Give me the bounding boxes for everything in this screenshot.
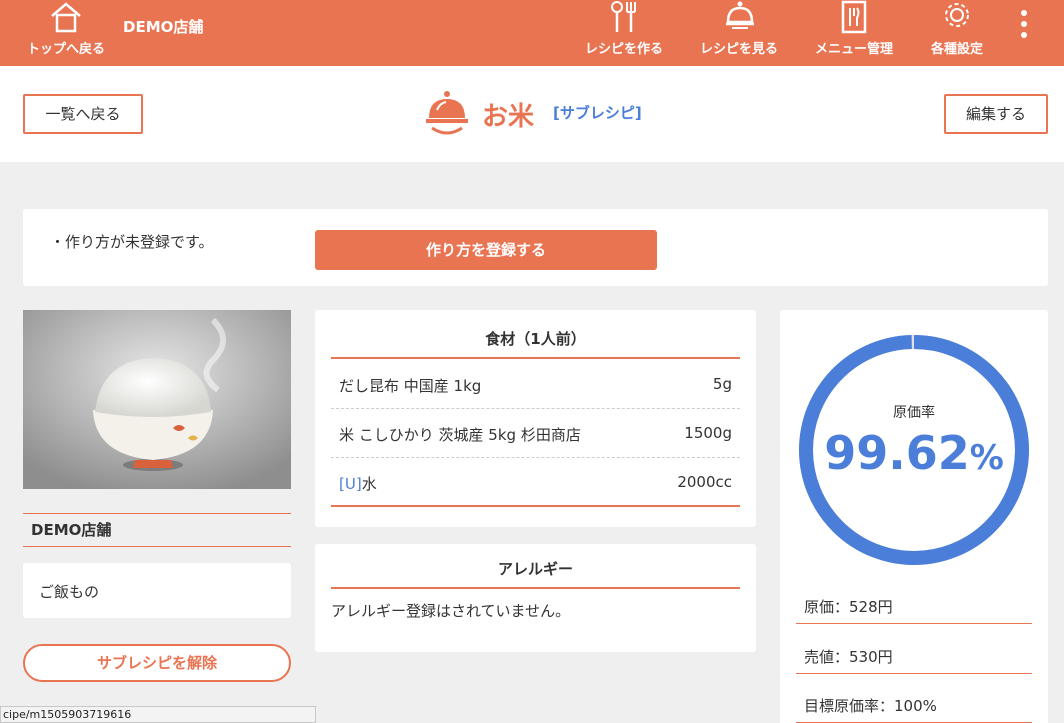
ingredient-qty: 2000cc — [677, 473, 732, 491]
nav-menu-manage[interactable]: メニュー管理 — [808, 0, 900, 66]
ingredient-qty: 1500g — [684, 424, 732, 442]
gear-icon — [945, 3, 969, 27]
allergy-heading: アレルギー — [331, 558, 740, 589]
nav-settings-label: 各種設定 — [930, 42, 983, 57]
edit-button[interactable]: 編集する — [944, 94, 1048, 134]
ingredient-name: だし昆布 中国産 1kg — [339, 377, 482, 395]
allergy-card: アレルギー アレルギー登録はされていません。 — [315, 544, 756, 652]
cloche-icon — [426, 91, 468, 135]
cost-card: 原価率 99.62% 原価：528円 売値：530円 目標原価率：100% — [780, 310, 1048, 723]
cost-ratio-label: 原価率 — [893, 405, 935, 421]
cost-ratio-value: 99.62% — [780, 426, 1048, 480]
home-label: トップへ戻る — [26, 42, 105, 57]
ingredient-row: だし昆布 中国産 1kg 5g — [331, 360, 740, 409]
ingredient-row: [U]水 2000cc — [331, 458, 740, 507]
price-line: 売値：530円 — [796, 640, 1032, 674]
store-name: DEMO店舗 — [123, 18, 204, 36]
nav-create-recipe[interactable]: レシピを作る — [580, 0, 668, 66]
ingredients-card: 食材（1人前） だし昆布 中国産 1kg 5g 米 こしひかり 茨城産 5kg … — [315, 310, 756, 527]
home-icon — [51, 2, 81, 33]
ingredient-row: 米 こしひかり 茨城産 5kg 杉田商店 1500g — [331, 409, 740, 458]
allergy-text: アレルギー登録はされていません。 — [331, 602, 571, 620]
unlink-sub-recipe-button[interactable]: サブレシピを解除 — [23, 644, 291, 682]
ingredient-name: 水 — [361, 475, 377, 493]
store-label: DEMO店舗 — [23, 513, 291, 547]
cloche-icon — [726, 1, 754, 29]
nav-view-recipe-label: レシピを見る — [699, 42, 778, 57]
recipe-photo — [23, 310, 291, 489]
nav-settings[interactable]: 各種設定 — [922, 0, 992, 66]
category-card: ご飯もの — [23, 563, 291, 618]
menu-book-icon — [841, 0, 867, 34]
ingredient-qty: 5g — [712, 375, 732, 393]
rice-bowl-image — [23, 310, 291, 489]
nav-create-recipe-label: レシピを作る — [584, 42, 663, 57]
back-to-list-button[interactable]: 一覧へ戻る — [23, 94, 143, 134]
kebab-menu-icon[interactable] — [1016, 10, 1032, 44]
utensils-icon — [611, 1, 636, 32]
register-method-button[interactable]: 作り方を登録する — [315, 230, 657, 270]
ingredients-heading: 食材（1人前） — [331, 328, 740, 359]
target-ratio-line: 目標原価率：100% — [796, 689, 1032, 723]
cost-ratio-unit: % — [969, 438, 1004, 478]
cost-ratio-number: 99.62 — [824, 426, 970, 480]
status-url-bar: cipe/m1505903719616 — [0, 706, 316, 723]
recipe-header: 一覧へ戻る お米 [サブレシピ] 編集する — [0, 66, 1064, 162]
method-card: ・作り方が未登録です。 作り方を登録する — [23, 209, 1048, 286]
ingredient-name: 米 こしひかり 茨城産 5kg 杉田商店 — [339, 426, 581, 444]
sub-recipe-tag: [サブレシピ] — [553, 104, 642, 122]
cost-line: 原価：528円 — [796, 590, 1032, 624]
top-nav: トップへ戻る DEMO店舗 レシピを作る レシピを見る メニュー管理 各種設定 — [0, 0, 1064, 66]
ingredient-tag[interactable]: [U] — [339, 475, 362, 493]
method-note: ・作り方が未登録です。 — [50, 233, 214, 251]
nav-menu-manage-label: メニュー管理 — [814, 42, 893, 57]
page-title: お米 — [482, 102, 535, 132]
nav-view-recipe[interactable]: レシピを見る — [694, 0, 784, 66]
home-button[interactable]: トップへ戻る — [20, 0, 112, 66]
category-text: ご飯もの — [39, 583, 100, 601]
